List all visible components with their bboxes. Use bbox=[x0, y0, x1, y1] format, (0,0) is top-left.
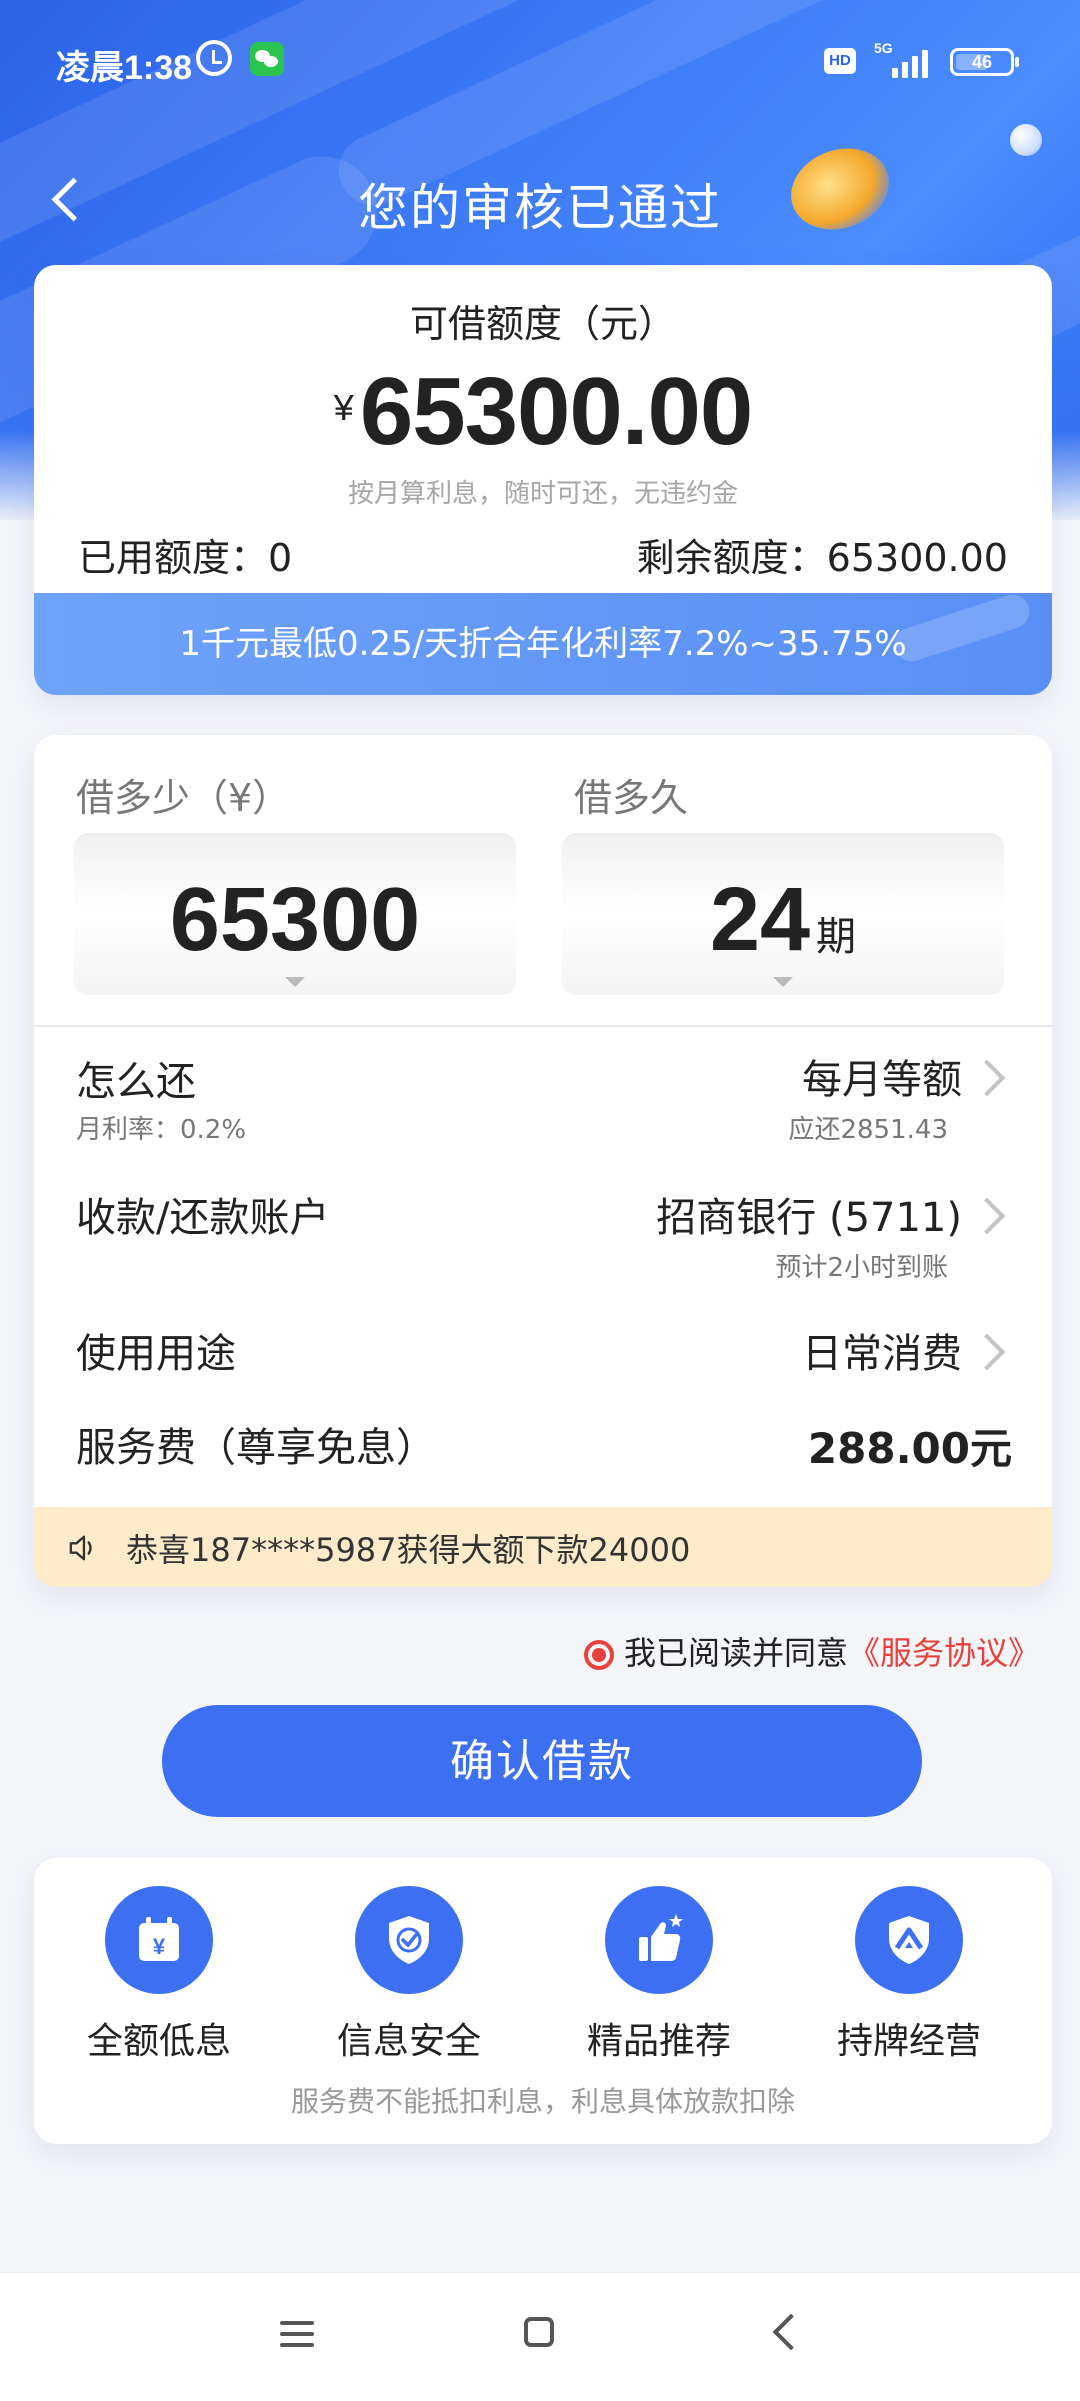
currency-symbol: ¥ bbox=[333, 387, 354, 428]
battery-level: 46 bbox=[971, 52, 993, 72]
amount-picker[interactable]: 65300 bbox=[74, 833, 516, 995]
chevron-right-icon bbox=[968, 1197, 1006, 1235]
term-label: 借多久 bbox=[574, 776, 689, 820]
notice-bar: 恭喜187****5987获得大额下款24000 bbox=[34, 1507, 1052, 1587]
status-time: 凌晨1:38 bbox=[56, 49, 193, 87]
service-agreement-link[interactable]: 《服务协议》 bbox=[848, 1634, 1040, 1672]
term-picker[interactable]: 24 期 bbox=[562, 833, 1004, 995]
calendar-yen-icon: ¥ bbox=[105, 1886, 213, 1994]
feature-label: 持牌经营 bbox=[836, 2021, 981, 2062]
fee-title: 服务费（尊享免息） bbox=[76, 1425, 436, 1471]
monthly-rate: 月利率：0.2% bbox=[76, 1115, 247, 1145]
chevron-right-icon bbox=[968, 1333, 1006, 1371]
thumbs-up-icon bbox=[605, 1886, 713, 1994]
quota-note: 按月算利息，随时可还，无违约金 bbox=[347, 479, 738, 509]
chevron-right-icon bbox=[968, 1059, 1006, 1097]
loan-card: 借多少（¥） 借多久 65300 24 期 怎么还 月利率：0.2% 每月等额 应… bbox=[34, 735, 1052, 1587]
fee-value: 288.00元 bbox=[807, 1424, 1012, 1473]
feature-label: 全额低息 bbox=[86, 2021, 231, 2062]
wechat-icon bbox=[250, 42, 284, 76]
features-card: ¥ 全额低息 信息安全 精品推荐 持牌经营 服务费不能抵扣利息，利息具体放款扣除 bbox=[34, 1858, 1052, 2144]
home-icon[interactable] bbox=[524, 2317, 554, 2347]
features-footnote: 服务费不能抵扣利息，利息具体放款扣除 bbox=[290, 2085, 795, 2118]
repay-method-value: 每月等额 bbox=[802, 1057, 962, 1103]
hd-badge: HD bbox=[824, 48, 856, 74]
quota-label: 可借额度（元） bbox=[409, 302, 676, 346]
repay-title: 怎么还 bbox=[76, 1059, 196, 1105]
chevron-down-icon bbox=[285, 977, 305, 987]
account-value: 招商银行 (5711) bbox=[656, 1195, 962, 1241]
rate-banner: 1千元最低0.25/天折合年化利率7.2%~35.75% bbox=[34, 593, 1052, 695]
amount-value: 65300 bbox=[169, 870, 421, 970]
quota-card: 可借额度（元） ¥65300.00 按月算利息，随时可还，无违约金 已用额度：0… bbox=[34, 265, 1052, 695]
shield-check-icon bbox=[355, 1886, 463, 1994]
agree-radio[interactable] bbox=[583, 1640, 614, 1670]
chevron-down-icon bbox=[773, 977, 793, 987]
feature-item: 持牌经营 bbox=[784, 1886, 1034, 2064]
notice-text: 恭喜187****5987获得大额下款24000 bbox=[126, 1531, 691, 1569]
term-unit: 期 bbox=[816, 914, 857, 960]
feature-item: 信息安全 bbox=[284, 1886, 534, 2064]
divider bbox=[34, 1025, 1052, 1027]
term-value: 24 bbox=[709, 870, 811, 970]
signal-icon: 5G bbox=[872, 40, 936, 80]
term-value-wrap: 24 期 bbox=[562, 869, 1004, 972]
alarm-icon bbox=[196, 40, 232, 76]
page-title: 您的审核已通过 bbox=[358, 179, 722, 237]
purpose-value: 日常消费 bbox=[802, 1331, 962, 1377]
feature-item: ¥ 全额低息 bbox=[34, 1886, 284, 2064]
feature-item: 精品推荐 bbox=[534, 1886, 784, 2064]
status-bar: 凌晨1:38 HD 5G 46 bbox=[0, 0, 1080, 125]
account-note: 预计2小时到账 bbox=[775, 1253, 948, 1283]
svg-text:¥: ¥ bbox=[153, 1934, 166, 1959]
battery-icon: 46 bbox=[950, 48, 1019, 76]
feature-label: 信息安全 bbox=[336, 2021, 481, 2062]
quota-amount: ¥65300.00 bbox=[34, 357, 1052, 467]
menu-icon[interactable] bbox=[280, 2321, 314, 2347]
bubble-decoration bbox=[1010, 124, 1042, 156]
amount-label: 借多少（¥） bbox=[76, 776, 291, 820]
remaining-quota: 剩余额度：65300.00 bbox=[636, 536, 1008, 580]
account-title: 收款/还款账户 bbox=[76, 1195, 330, 1241]
agreement-row: 我已阅读并同意《服务协议》 bbox=[583, 1628, 1040, 1674]
agreement-text: 我已阅读并同意 bbox=[623, 1634, 848, 1672]
license-shield-icon bbox=[855, 1886, 963, 1994]
purpose-title: 使用用途 bbox=[76, 1331, 236, 1377]
used-quota: 已用额度：0 bbox=[78, 536, 293, 580]
quota-amount-value: 65300.00 bbox=[359, 358, 753, 465]
confirm-loan-button[interactable]: 确认借款 bbox=[162, 1705, 922, 1817]
system-nav-bar bbox=[0, 2272, 1080, 2401]
speaker-icon bbox=[69, 1535, 92, 1561]
back-icon[interactable] bbox=[772, 2313, 810, 2351]
repay-amount: 应还2851.43 bbox=[788, 1115, 948, 1145]
feature-label: 精品推荐 bbox=[586, 2021, 731, 2062]
